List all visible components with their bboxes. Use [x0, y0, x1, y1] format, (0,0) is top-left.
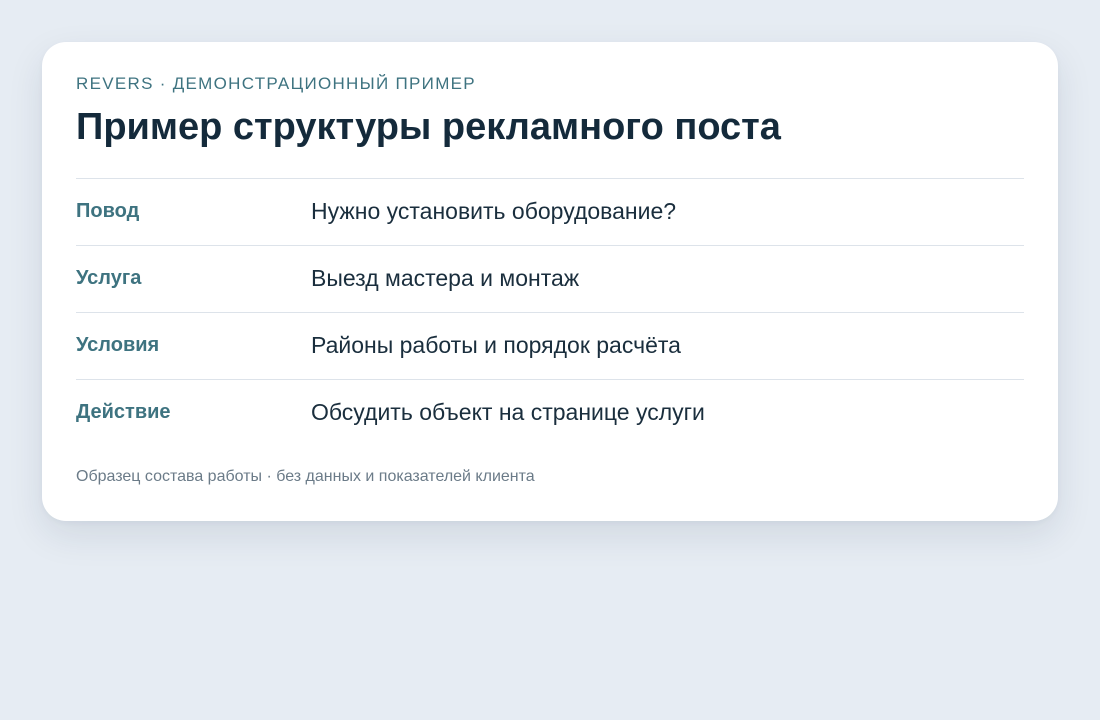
row-label: Услуга [76, 267, 142, 289]
footnote: Образец состава работы · без данных и по… [76, 468, 535, 485]
structure-table: Повод Нужно установить оборудование? Усл… [76, 178, 1024, 446]
row-label: Действие [76, 401, 171, 423]
row-label: Повод [76, 200, 140, 222]
page-title: Пример структуры рекламного поста [76, 106, 781, 148]
row-value: Районы работы и порядок расчёта [311, 332, 681, 358]
eyebrow-label: REVERS · ДЕМОНСТРАЦИОННЫЙ ПРИМЕР [76, 74, 476, 93]
row-label: Условия [76, 334, 160, 356]
row-value: Выезд мастера и монтаж [311, 265, 580, 291]
table-row-conditions: Условия Районы работы и порядок расчёта [76, 313, 1024, 380]
table-row-reason: Повод Нужно установить оборудование? [76, 179, 1024, 246]
post-structure-card: REVERS · ДЕМОНСТРАЦИОННЫЙ ПРИМЕР Пример … [42, 42, 1058, 521]
table-row-service: Услуга Выезд мастера и монтаж [76, 246, 1024, 313]
row-value: Нужно установить оборудование? [311, 198, 677, 224]
row-value: Обсудить объект на странице услуги [311, 399, 705, 425]
table-row-action: Действие Обсудить объект на странице усл… [76, 380, 1024, 446]
